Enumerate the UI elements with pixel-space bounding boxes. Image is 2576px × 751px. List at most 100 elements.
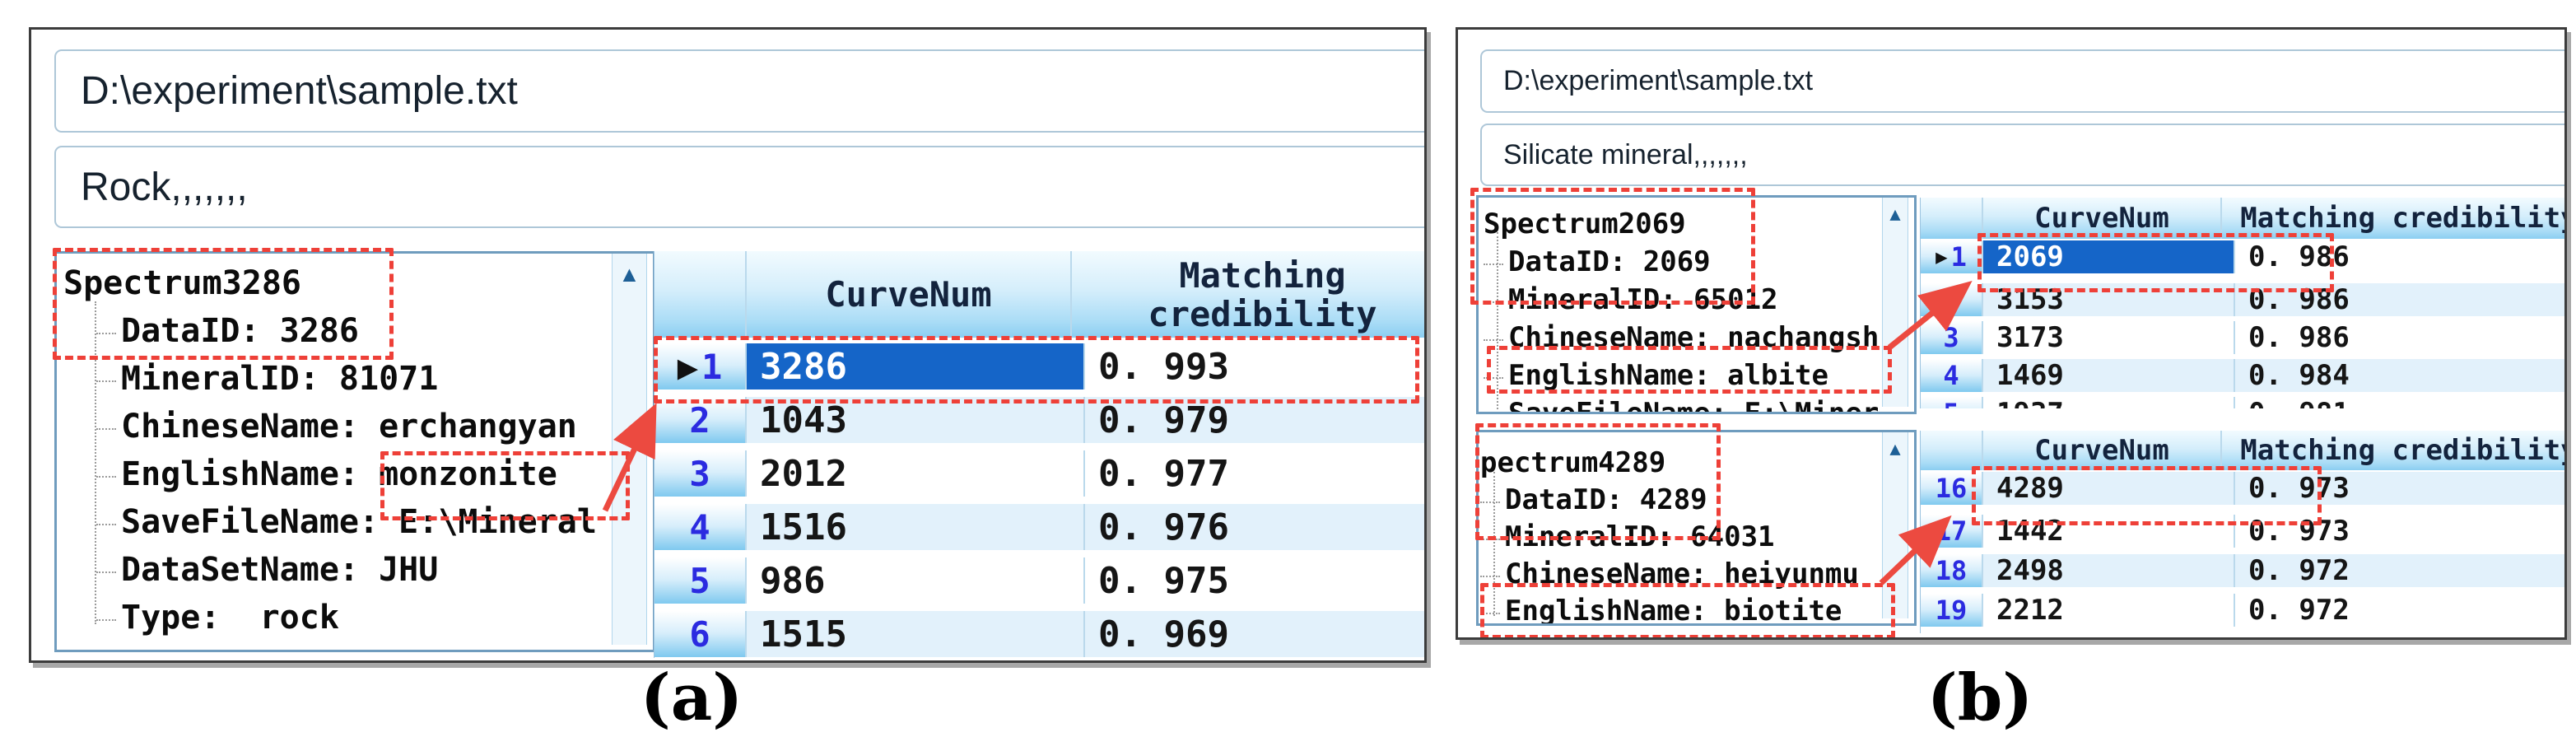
- selected-row-marker-icon: ▶: [1935, 245, 1947, 268]
- credibility-header[interactable]: Matching credibility: [2222, 198, 2567, 239]
- table-row[interactable]: 17 1442 0. 973: [1921, 515, 2567, 548]
- tree-item-dataid[interactable]: DataID: 2069: [1508, 246, 1711, 278]
- row-number: 6: [689, 614, 710, 655]
- row-number: 3: [689, 454, 710, 494]
- credibility-cell[interactable]: 0. 973: [2235, 472, 2567, 505]
- tree-item-mineralid[interactable]: MineralID: 65012: [1508, 284, 1778, 315]
- curvenum-cell[interactable]: 1516: [747, 504, 1085, 550]
- row-number: 3: [1943, 322, 1959, 353]
- tree-root[interactable]: Spectrum2069: [1484, 208, 1686, 240]
- curvenum-cell[interactable]: 2498: [1983, 554, 2235, 587]
- tree-item-englishname[interactable]: EnglishName: monzonite: [121, 456, 557, 492]
- curvenum-cell[interactable]: 2012: [747, 450, 1085, 497]
- credibility-cell[interactable]: 0. 981: [2235, 397, 2567, 408]
- sample-type-input[interactable]: Silicate mineral,,,,,,,: [1480, 124, 2567, 186]
- figure-canvas: D:\experiment\sample.txt Rock,,,,,,, Spe…: [0, 0, 2576, 751]
- file-path-input[interactable]: D:\experiment\sample.txt: [1480, 49, 2567, 113]
- tree-item-englishname[interactable]: EnglishName: albite: [1508, 360, 1828, 391]
- curvenum-cell[interactable]: 1469: [1983, 359, 2235, 392]
- table-row[interactable]: ▶ 1 2069 0. 986: [1921, 240, 2567, 273]
- spectrum-tree-2: pectrum4289 DataID: 4289 MineralID: 6403…: [1476, 430, 1917, 626]
- credibility-cell[interactable]: 0. 993: [1085, 343, 1427, 389]
- credibility-cell[interactable]: 0. 969: [1085, 611, 1427, 657]
- tree-root[interactable]: Spectrum3286: [63, 265, 301, 301]
- tree-scrollbar[interactable]: ▲: [1882, 432, 1908, 618]
- sample-type-value: Rock,,,,,,,: [81, 165, 248, 210]
- table-row[interactable]: ▶ 1 3286 0. 993: [654, 343, 1427, 389]
- credibility-cell[interactable]: 0. 976: [1085, 504, 1427, 550]
- file-path-input[interactable]: D:\experiment\sample.txt: [54, 49, 1427, 133]
- scroll-up-icon[interactable]: ▲: [623, 264, 636, 645]
- table-row[interactable]: 6 1515 0. 969: [654, 611, 1427, 657]
- curvenum-cell[interactable]: 2212: [1983, 594, 2235, 627]
- tree-item-dataid[interactable]: DataID: 3286: [121, 313, 359, 349]
- tree-guide-line: [95, 301, 96, 624]
- table-header: CurveNum Matching credibility: [654, 251, 1427, 338]
- tree-root[interactable]: pectrum4289: [1480, 447, 1665, 478]
- scroll-up-icon[interactable]: ▲: [1889, 439, 1900, 618]
- tree-scrollbar[interactable]: ▲: [612, 254, 647, 645]
- tree-item-datasetname[interactable]: DataSetName: JHU: [121, 552, 438, 588]
- curvenum-cell[interactable]: 1442: [1983, 515, 2235, 548]
- file-path-value: D:\experiment\sample.txt: [81, 68, 518, 114]
- tree-item-mineralid[interactable]: MineralID: 81071: [121, 361, 438, 397]
- table-row[interactable]: 2 3153 0. 986: [1921, 283, 2567, 316]
- curvenum-header[interactable]: CurveNum: [1983, 431, 2222, 470]
- table-row[interactable]: 5 1937 0. 981: [1921, 397, 2567, 408]
- credibility-cell[interactable]: 0. 975: [1085, 557, 1427, 604]
- curvenum-cell[interactable]: 3153: [1983, 283, 2235, 316]
- credibility-cell[interactable]: 0. 979: [1085, 397, 1427, 443]
- curvenum-cell[interactable]: 1937: [1983, 397, 2235, 408]
- credibility-cell[interactable]: 0. 972: [2235, 554, 2567, 587]
- tree-item-chinesename[interactable]: ChineseName: erchangyan: [121, 408, 577, 445]
- table-row[interactable]: 19 2212 0. 972: [1921, 594, 2567, 627]
- credibility-cell[interactable]: 0. 977: [1085, 450, 1427, 497]
- curvenum-cell[interactable]: 1043: [747, 397, 1085, 443]
- table-header: CurveNum Matching credibility: [1921, 198, 2567, 239]
- tree-item-type[interactable]: Type: rock: [121, 599, 339, 636]
- credibility-header[interactable]: Matching credibility: [2222, 431, 2567, 470]
- panel-b: D:\experiment\sample.txt Silicate minera…: [1456, 27, 2567, 640]
- tree-item-chinesename[interactable]: ChineseName: nachangsh: [1508, 322, 1879, 353]
- scroll-up-icon[interactable]: ▲: [1889, 204, 1900, 407]
- credibility-cell[interactable]: 0. 972: [2235, 594, 2567, 627]
- table-row[interactable]: 5 986 0. 975: [654, 557, 1427, 604]
- table-header: CurveNum Matching credibility: [1921, 431, 2567, 470]
- credibility-cell[interactable]: 0. 986: [2235, 283, 2567, 316]
- curvenum-header[interactable]: CurveNum: [747, 251, 1072, 338]
- file-path-value: D:\experiment\sample.txt: [1503, 65, 1813, 97]
- sample-type-input[interactable]: Rock,,,,,,,: [54, 146, 1427, 228]
- curvenum-cell[interactable]: 1515: [747, 611, 1085, 657]
- curvenum-cell[interactable]: 4289: [1983, 472, 2235, 505]
- tree-item-chinesename[interactable]: ChineseName: heiyunmu: [1505, 558, 1859, 590]
- table-row[interactable]: 4 1469 0. 984: [1921, 359, 2567, 392]
- table-row[interactable]: 3 2012 0. 977: [654, 450, 1427, 497]
- tree-item-dataid[interactable]: DataID: 4289: [1505, 484, 1707, 515]
- tree-item-savefilename[interactable]: SaveFileName: E:\Mineral: [121, 504, 597, 540]
- tree-scrollbar[interactable]: ▲: [1882, 198, 1908, 407]
- row-number-header[interactable]: [654, 251, 747, 338]
- curvenum-header[interactable]: CurveNum: [1983, 198, 2222, 239]
- table-row[interactable]: 4 1516 0. 976: [654, 504, 1427, 550]
- curvenum-cell[interactable]: 3286: [747, 343, 1085, 389]
- credibility-cell[interactable]: 0. 986: [2235, 240, 2567, 273]
- row-number-header[interactable]: [1921, 198, 1983, 239]
- curvenum-cell[interactable]: 986: [747, 557, 1085, 604]
- curvenum-cell[interactable]: 3173: [1983, 321, 2235, 354]
- match-table-1: CurveNum Matching credibility ▶ 1 2069 0…: [1920, 198, 2567, 408]
- table-row[interactable]: 16 4289 0. 973: [1921, 472, 2567, 505]
- tree-item-mineralid[interactable]: MineralID: 64031: [1505, 521, 1775, 553]
- table-row[interactable]: 18 2498 0. 972: [1921, 554, 2567, 587]
- credibility-cell[interactable]: 0. 986: [2235, 321, 2567, 354]
- row-number: 4: [689, 507, 710, 548]
- tree-item-englishname[interactable]: EnglishName: biotite: [1505, 595, 1842, 626]
- tree-item-savefilename[interactable]: SaveFileName: E:\Miner: [1508, 398, 1879, 414]
- curvenum-cell[interactable]: 2069: [1983, 240, 2235, 273]
- credibility-cell[interactable]: 0. 973: [2235, 515, 2567, 548]
- credibility-header[interactable]: Matching credibility: [1072, 251, 1427, 338]
- table-row[interactable]: 3 3173 0. 986: [1921, 321, 2567, 354]
- row-number-header[interactable]: [1921, 431, 1983, 470]
- credibility-cell[interactable]: 0. 984: [2235, 359, 2567, 392]
- table-row[interactable]: 2 1043 0. 979: [654, 397, 1427, 443]
- row-number: 2: [1943, 284, 1959, 315]
